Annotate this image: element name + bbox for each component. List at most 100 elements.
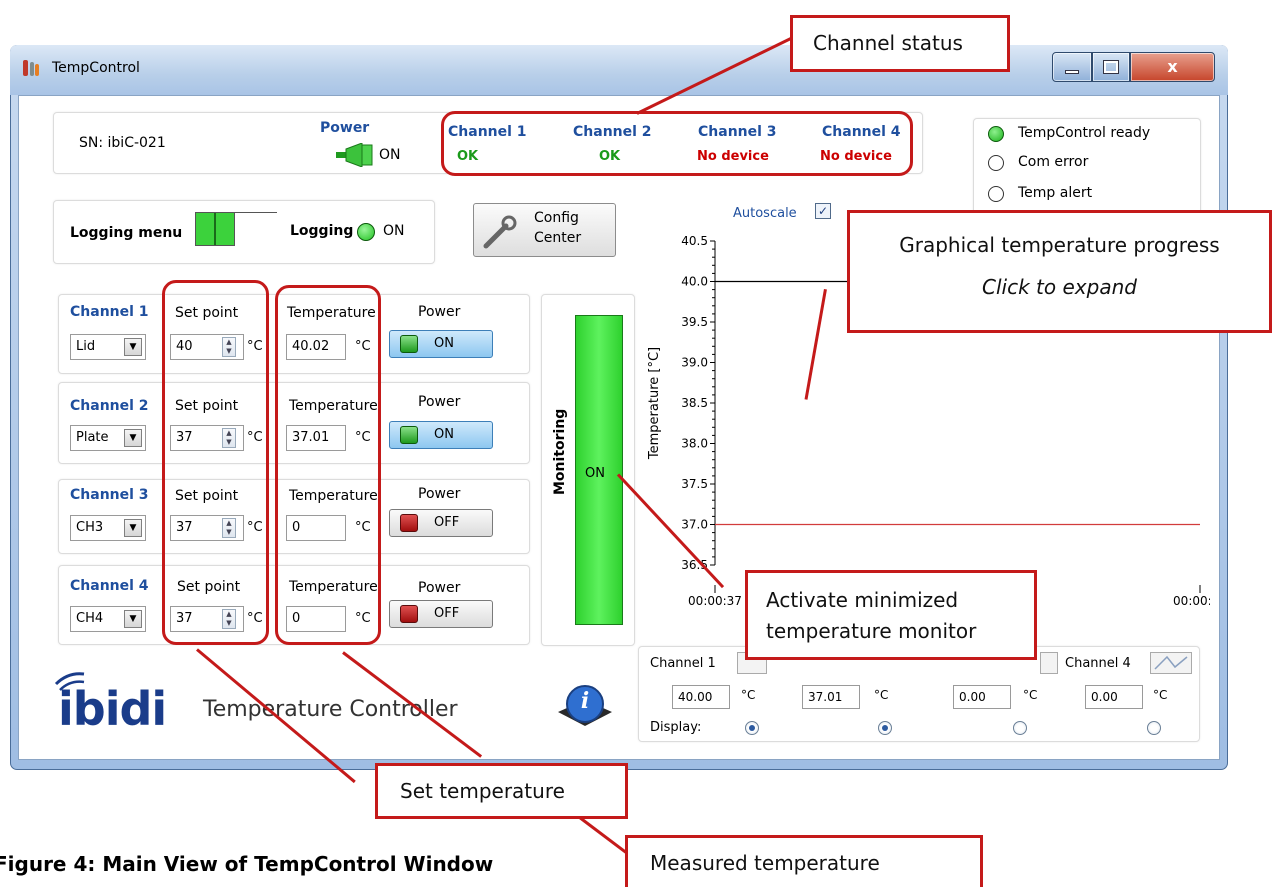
channel-3-device: CH3 (76, 520, 104, 535)
channel-1-device: Lid (76, 339, 96, 354)
y-axis-label: Temperature [°C] (647, 347, 662, 460)
callout-graph: Graphical temperature progress Click to … (847, 210, 1272, 333)
toggle-divider (214, 213, 216, 245)
y-tick-label: 37.5 (681, 477, 708, 491)
monitoring-label: Monitoring (550, 409, 570, 495)
serial-number: SN: ibiC-021 (79, 135, 166, 151)
temp-alert-led (988, 186, 1004, 202)
logging-label: Logging (290, 223, 354, 239)
channel-2-power-button[interactable]: ON (389, 421, 493, 449)
channel-2-power-state: ON (434, 427, 454, 442)
com-error-led (988, 155, 1004, 171)
legend-value-2: 37.01 (802, 685, 860, 709)
channel-4-power-label: Power (418, 580, 461, 596)
callout-monitor: Activate minimized temperature monitor (745, 570, 1037, 660)
power-led-icon (400, 605, 418, 623)
legend-channel-1-label: Channel 1 (650, 656, 716, 671)
display-radio-4[interactable] (1147, 721, 1161, 735)
y-tick-label: 37.0 (681, 518, 708, 532)
channel-1-power-label: Power (418, 304, 461, 320)
channel-2-device: Plate (76, 430, 109, 445)
chevron-down-icon[interactable]: ▼ (124, 610, 142, 628)
autoscale-checkbox[interactable]: ✓ (815, 203, 831, 219)
info-button[interactable]: i (552, 682, 618, 736)
y-tick-label: 40.5 (681, 234, 708, 248)
callout-channel-status: Channel status (790, 15, 1010, 72)
power-led-icon (400, 514, 418, 532)
legend-channel-4-label: Channel 4 (1065, 656, 1131, 671)
legend-value-2-text: 37.01 (808, 690, 843, 704)
logging-menu-toggle[interactable] (195, 212, 235, 246)
channel-4-line-swatch[interactable] (1150, 652, 1192, 674)
legend-unit-2: °C (874, 688, 889, 702)
channel-3-power-state: OFF (434, 515, 460, 530)
channel-4-power-button[interactable]: OFF (389, 600, 493, 628)
y-tick-label: 39.5 (681, 315, 708, 329)
power-led-icon (400, 335, 418, 353)
channel-3-line-swatch[interactable] (1040, 652, 1058, 674)
callout-monitor-text-1: Activate minimized (766, 588, 959, 612)
callout-measured-temperature: Measured temperature (625, 835, 983, 887)
logging-menu-label: Logging menu (70, 225, 183, 241)
channel-4-device: CH4 (76, 611, 104, 626)
close-button[interactable]: x (1130, 52, 1215, 82)
ready-led (988, 126, 1004, 142)
display-radio-2[interactable] (878, 721, 892, 735)
channel-1-power-state: ON (434, 336, 454, 351)
channel-4-power-state: OFF (434, 606, 460, 621)
status-com-error: Com error (1018, 154, 1089, 170)
status-ready: TempControl ready (1018, 125, 1151, 141)
power-state: ON (379, 147, 401, 163)
ibidi-logo: ibidi (50, 668, 198, 738)
ibidi-logo-text: ibidi (58, 682, 167, 736)
legend-unit-3: °C (1023, 688, 1038, 702)
legend-value-4-text: 0.00 (1091, 690, 1118, 704)
minimize-button[interactable] (1052, 52, 1092, 82)
channel-2-power-label: Power (418, 394, 461, 410)
display-radio-3[interactable] (1013, 721, 1027, 735)
power-plug-icon[interactable] (336, 142, 376, 168)
monitoring-toggle[interactable]: ON (575, 315, 623, 625)
power-label: Power (320, 120, 370, 136)
autoscale-label: Autoscale (733, 206, 797, 221)
y-tick-label: 40.0 (681, 275, 708, 289)
power-led-icon (400, 426, 418, 444)
channel-status-highlight (441, 111, 913, 176)
y-tick-label: 38.5 (681, 396, 708, 410)
callout-graph-text-1: Graphical temperature progress (899, 233, 1220, 257)
maximize-icon (1103, 60, 1119, 74)
channel-2-name: Channel 2 (70, 398, 149, 414)
channel-3-power-button[interactable]: OFF (389, 509, 493, 537)
legend-unit-4: °C (1153, 688, 1168, 702)
channel-1-name: Channel 1 (70, 304, 149, 320)
legend-value-4: 0.00 (1085, 685, 1143, 709)
status-temp-alert: Temp alert (1018, 185, 1093, 201)
config-label-1: Config (534, 210, 579, 226)
config-label-2: Center (534, 230, 582, 246)
legend-unit-1: °C (741, 688, 756, 702)
callout-set-temperature: Set temperature (375, 763, 628, 819)
logging-led (357, 223, 375, 241)
wrench-icon (480, 212, 520, 252)
display-radio-1[interactable] (745, 721, 759, 735)
line-graph-icon (1154, 655, 1188, 670)
y-tick-label: 39.0 (681, 356, 708, 370)
legend-value-1-text: 40.00 (678, 690, 713, 704)
legend-value-1: 40.00 (672, 685, 730, 709)
title-bar[interactable] (10, 45, 1228, 95)
channel-3-power-label: Power (418, 486, 461, 502)
setpoint-highlight (162, 280, 269, 645)
callout-graph-text-2: Click to expand (982, 275, 1137, 299)
figure-caption: Figure 4: Main View of TempControl Windo… (0, 852, 494, 876)
x-tick-label: 00:00:42 (1173, 594, 1210, 608)
chevron-down-icon[interactable]: ▼ (124, 429, 142, 447)
chevron-down-icon[interactable]: ▼ (124, 338, 142, 356)
channel-1-power-button[interactable]: ON (389, 330, 493, 358)
channel-3-name: Channel 3 (70, 487, 149, 503)
config-center-button[interactable]: Config Center (473, 203, 616, 257)
chevron-down-icon[interactable]: ▼ (124, 519, 142, 537)
callout-channel-status-text: Channel status (813, 31, 963, 55)
close-icon: x (1167, 57, 1178, 76)
maximize-button[interactable] (1092, 52, 1130, 82)
callout-monitor-text-2: temperature monitor (766, 619, 977, 643)
